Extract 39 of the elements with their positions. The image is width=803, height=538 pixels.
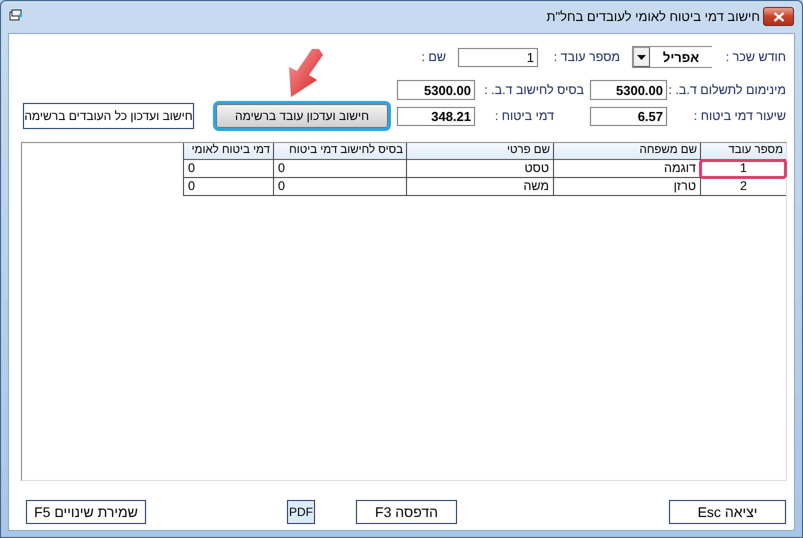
table-cell: טסט <box>406 160 553 178</box>
field-label: דמי ביטוח : <box>494 109 554 123</box>
close-icon <box>772 12 784 22</box>
table-cell: 0 <box>183 160 273 178</box>
close-button[interactable] <box>763 7 794 26</box>
input-field[interactable]: 1 <box>458 48 538 66</box>
input-field[interactable]: 5300.00 <box>590 80 667 100</box>
calculate-button[interactable]: חישוב ועדכון עובד ברשימה <box>216 104 388 128</box>
input-field[interactable]: 348.21 <box>397 106 475 126</box>
field-label: חודש שכר : <box>726 50 786 64</box>
input-field[interactable]: 6.57 <box>590 106 667 126</box>
table-cell: 2 <box>700 178 786 196</box>
footer-button[interactable]: שמירת שינויים F5 <box>26 500 146 524</box>
calculate-button[interactable]: חישוב ועדכון כל העובדים ברשימה <box>23 103 194 129</box>
table-cell: 1 <box>700 160 786 178</box>
window-title: חישוב דמי ביטוח לאומי לעובדים בחל"ת <box>546 9 760 24</box>
column-header[interactable]: בסיס לחישוב דמי ביטוח <box>273 143 406 160</box>
field-label: שיעור דמי ביטוח : <box>694 109 786 123</box>
column-header[interactable]: שם פרטי <box>406 143 553 160</box>
footer-button[interactable]: הדפסה F3 <box>356 500 457 524</box>
column-header[interactable]: שם משפחה <box>553 143 700 160</box>
table-cell: 0 <box>273 160 406 178</box>
table-cell: משה <box>406 178 553 196</box>
input-field[interactable]: 5300.00 <box>397 80 475 100</box>
column-header[interactable]: דמי ביטוח לאומי <box>183 143 273 160</box>
table-cell: 0 <box>273 178 406 196</box>
field-label: מספר עובד : <box>554 50 620 64</box>
field-label: בסיס לחישוב ד.ב. : <box>484 83 584 97</box>
pdf-button[interactable]: PDF <box>287 500 315 524</box>
month-dropdown[interactable]: אפריל <box>632 46 712 68</box>
field-label: שם : <box>421 50 446 64</box>
table-cell: 0 <box>183 178 273 196</box>
dropdown-arrow-icon <box>637 54 646 60</box>
field-label: מינימום לתשלום ד.ב. : <box>668 83 786 97</box>
footer-button[interactable]: יציאה Esc <box>669 500 786 524</box>
table-cell: טרזן <box>553 178 700 196</box>
app-icon <box>9 8 23 20</box>
table-cell: דוגמה <box>553 160 700 178</box>
column-header[interactable]: מספר עובד <box>700 143 786 160</box>
